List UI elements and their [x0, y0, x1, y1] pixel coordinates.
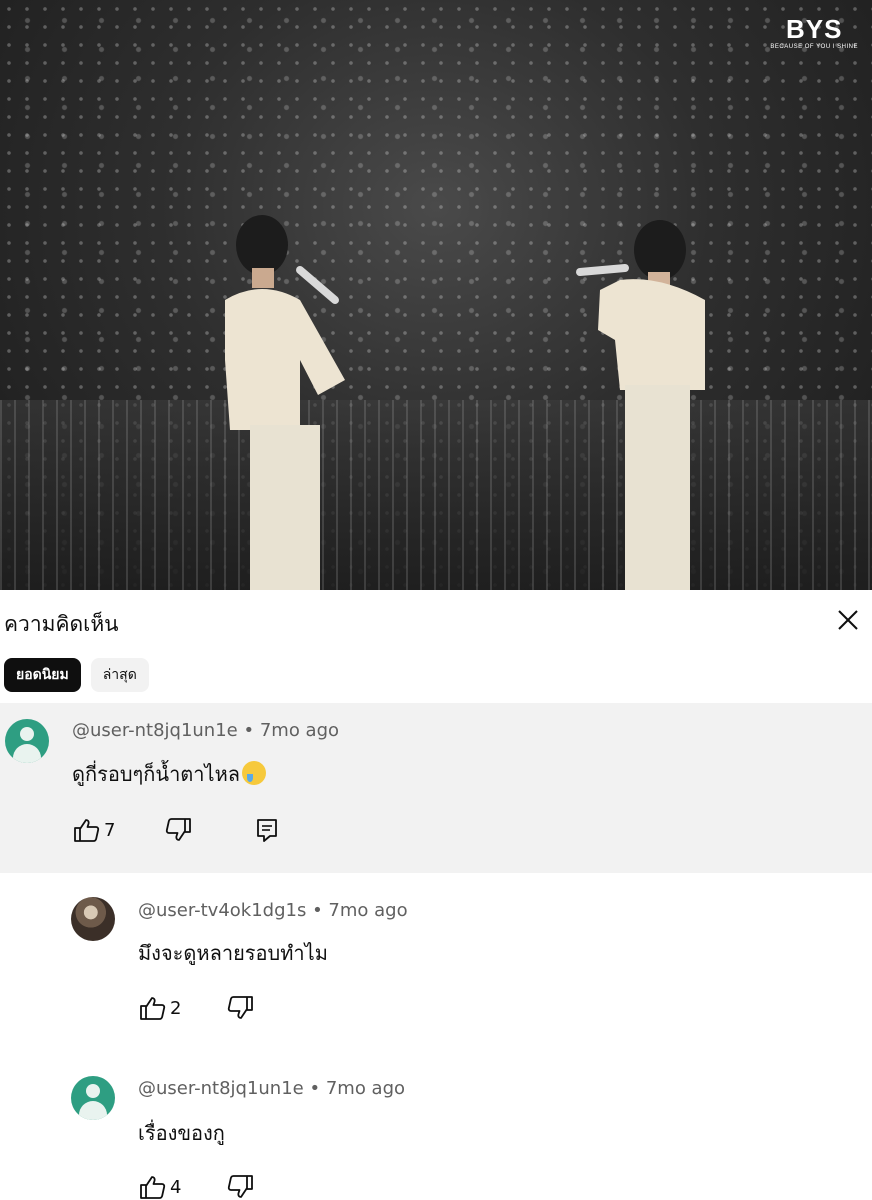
reply-actions: 4 — [138, 1174, 255, 1200]
like-count: 7 — [104, 819, 116, 841]
avatar[interactable] — [71, 897, 115, 941]
comment-time: 7mo ago — [259, 720, 340, 741]
crying-face-icon — [242, 761, 267, 785]
logo-tagline: BECAUSE OF YOU I SHINE — [770, 44, 858, 50]
close-icon — [838, 610, 858, 630]
comments-title: ความคิดเห็น — [4, 612, 119, 636]
reply-time: 7mo ago — [328, 900, 408, 921]
comment-body: ดูกี่รอบๆก็น้ำตาไหล — [72, 762, 241, 786]
dislike-button[interactable] — [227, 995, 255, 1021]
comment-item: @user-nt8jq1un1e • 7mo ago ดูกี่รอบๆก็น้… — [0, 703, 872, 873]
thumbs-up-icon — [74, 819, 100, 842]
reply-author[interactable]: @user-nt8jq1un1e — [138, 1078, 304, 1099]
thumbs-up-icon — [140, 1176, 166, 1199]
reply-item: @user-nt8jq1un1e • 7mo ago เรื่องของกู 4 — [0, 1060, 872, 1200]
video-player[interactable]: BYS BECAUSE OF YOU I SHINE — [0, 0, 872, 590]
comment-meta: @user-nt8jq1un1e • 7mo ago — [72, 720, 339, 741]
avatar[interactable] — [5, 719, 49, 763]
meta-separator: • — [309, 1078, 326, 1099]
sort-chips: ยอดนิยม ล่าสุด — [4, 658, 149, 692]
like-button[interactable]: 7 — [72, 817, 115, 843]
like-count: 4 — [170, 1176, 182, 1198]
avatar[interactable] — [71, 1076, 115, 1120]
like-button[interactable]: 2 — [138, 995, 181, 1021]
chip-top[interactable]: ยอดนิยม — [4, 658, 81, 692]
thumbs-down-icon — [228, 1175, 254, 1198]
reply-author[interactable]: @user-tv4ok1dg1s — [138, 900, 306, 921]
thumbs-down-icon — [166, 818, 192, 841]
meta-separator: • — [243, 720, 260, 741]
reply-text: มึงจะดูหลายรอบทำไม — [138, 941, 328, 965]
comment-author[interactable]: @user-nt8jq1un1e — [72, 720, 238, 741]
logo-text: BYS — [785, 14, 843, 44]
reply-meta: @user-nt8jq1un1e • 7mo ago — [138, 1078, 405, 1099]
chip-newest[interactable]: ล่าสุด — [90, 658, 149, 692]
comment-text: ดูกี่รอบๆก็น้ำตาไหล — [72, 758, 267, 790]
like-count: 2 — [170, 997, 182, 1019]
dislike-button[interactable] — [165, 817, 193, 843]
channel-logo: BYS BECAUSE OF YOU I SHINE — [770, 16, 858, 50]
thumbs-down-icon — [228, 996, 254, 1019]
thumbs-up-icon — [140, 997, 166, 1020]
reply-text: เรื่องของกู — [138, 1121, 225, 1145]
meta-separator: • — [312, 900, 329, 921]
reply-item: @user-tv4ok1dg1s • 7mo ago มึงจะดูหลายรอ… — [0, 880, 872, 1050]
reply-actions: 2 — [138, 995, 255, 1021]
dislike-button[interactable] — [227, 1174, 255, 1200]
comments-header: ความคิดเห็น — [0, 598, 872, 646]
close-button[interactable] — [832, 604, 864, 636]
reply-button[interactable] — [255, 817, 279, 843]
comment-actions: 7 — [72, 817, 279, 843]
reply-icon — [257, 819, 278, 842]
performers-illustration — [225, 215, 705, 590]
like-button[interactable]: 4 — [138, 1174, 181, 1200]
reply-meta: @user-tv4ok1dg1s • 7mo ago — [138, 900, 408, 921]
reply-time: 7mo ago — [325, 1078, 406, 1099]
